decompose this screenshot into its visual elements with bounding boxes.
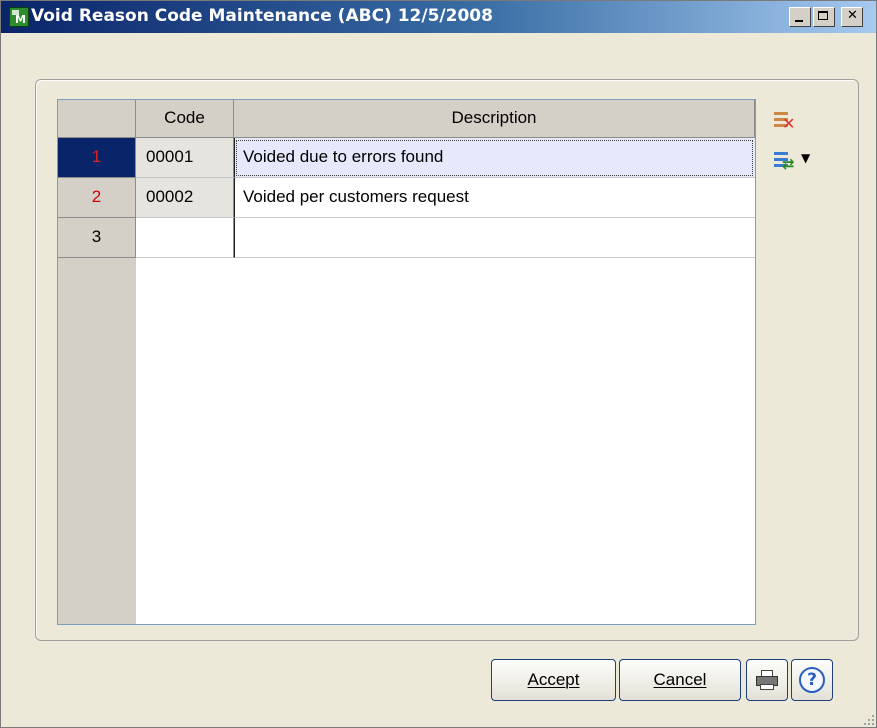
printer-icon bbox=[756, 670, 778, 690]
app-icon[interactable] bbox=[9, 7, 29, 27]
dropdown-arrow-icon[interactable]: ▼ bbox=[801, 151, 810, 165]
help-button[interactable]: ? bbox=[791, 659, 833, 701]
row-number-1[interactable]: 1 bbox=[58, 138, 136, 178]
minimize-button[interactable] bbox=[789, 7, 811, 27]
row-number-3[interactable]: 3 bbox=[58, 218, 136, 258]
description-cell-1[interactable]: Voided due to errors found bbox=[234, 138, 755, 178]
void-reason-code-window: Void Reason Code Maintenance (ABC) 12/5/… bbox=[0, 0, 877, 728]
title-bar[interactable]: Void Reason Code Maintenance (ABC) 12/5/… bbox=[1, 1, 876, 33]
column-header-code[interactable]: Code bbox=[136, 100, 234, 138]
column-header-description[interactable]: Description bbox=[234, 100, 755, 138]
code-cell-2[interactable]: 00002 bbox=[136, 178, 234, 218]
row-number-2[interactable]: 2 bbox=[58, 178, 136, 218]
delete-row-icon[interactable]: ✕ bbox=[774, 110, 796, 133]
cancel-button-label: Cancel bbox=[653, 670, 707, 689]
help-icon: ? bbox=[799, 667, 825, 693]
description-cell-3[interactable] bbox=[234, 218, 755, 258]
switch-view-icon[interactable]: ⇄ bbox=[774, 150, 796, 173]
resize-grip[interactable] bbox=[860, 711, 874, 725]
code-cell-3[interactable] bbox=[136, 218, 234, 258]
grid-corner-header bbox=[58, 100, 136, 138]
cancel-button[interactable]: Cancel bbox=[619, 659, 741, 701]
window-title: Void Reason Code Maintenance (ABC) 12/5/… bbox=[31, 6, 493, 26]
close-button[interactable] bbox=[841, 7, 863, 27]
print-button[interactable] bbox=[746, 659, 788, 701]
maximize-button[interactable] bbox=[813, 7, 835, 27]
description-cell-2[interactable]: Voided per customers request bbox=[234, 178, 755, 218]
reason-code-grid[interactable]: Code Description 1 00001 Voided due to e… bbox=[57, 99, 756, 625]
accept-button-label: Accept bbox=[527, 670, 580, 689]
accept-button[interactable]: Accept bbox=[491, 659, 616, 701]
code-cell-1[interactable]: 00001 bbox=[136, 138, 234, 178]
